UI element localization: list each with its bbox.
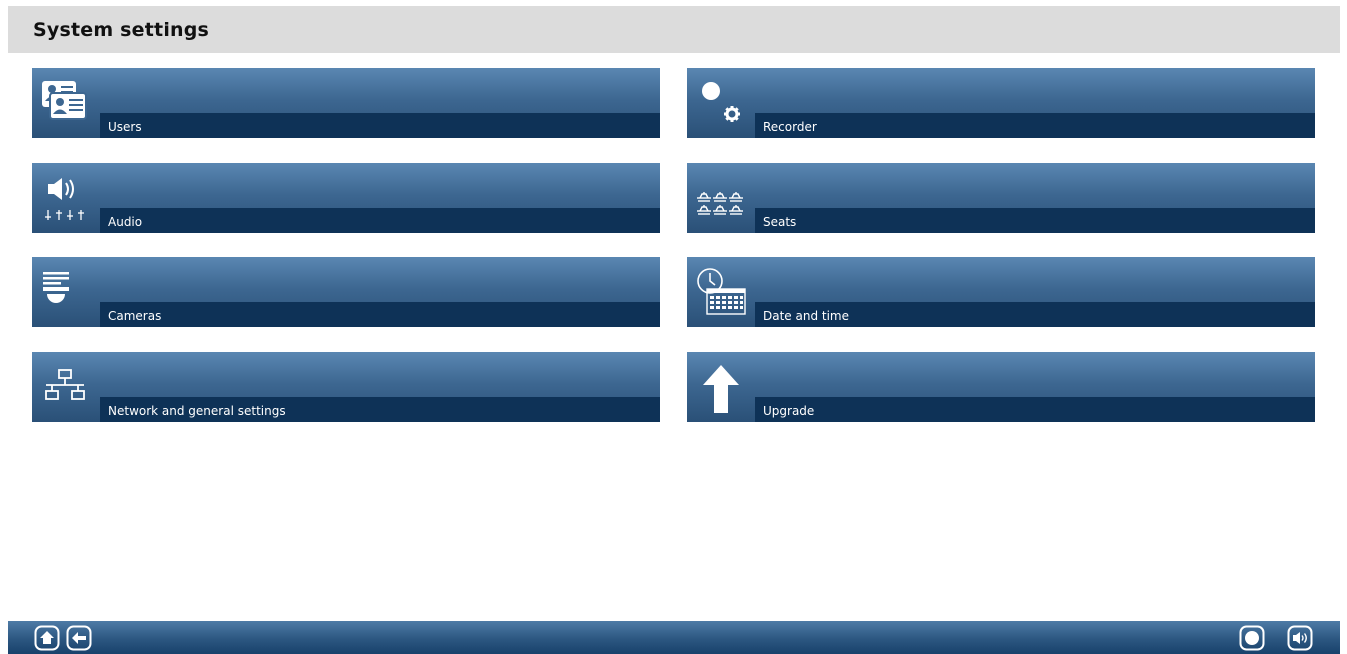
page-header: System settings [8,6,1340,53]
network-icon [40,361,92,413]
users-icon [40,77,92,129]
home-button[interactable] [34,625,60,651]
tile-label-bar [755,208,1315,233]
recorder-settings-icon [695,77,747,129]
seats-icon [695,172,747,224]
tile-label: Users [108,120,142,134]
back-icon [66,625,92,651]
tile-label-bar [100,302,660,327]
speaker-button[interactable] [1287,625,1313,651]
tile-label: Date and time [763,309,849,323]
upgrade-arrow-icon [695,361,747,413]
record-icon [1239,625,1265,651]
audio-tile[interactable]: Audio [32,163,660,233]
recorder-tile[interactable]: Recorder [687,68,1315,138]
upgrade-tile[interactable]: Upgrade [687,352,1315,422]
users-tile[interactable]: Users [32,68,660,138]
date-time-tile[interactable]: Date and time [687,257,1315,327]
tile-label: Seats [763,215,797,229]
audio-icon [40,172,92,224]
tile-label-bar [755,113,1315,138]
page-title: System settings [33,18,210,41]
tile-label-bar [755,397,1315,422]
tile-label: Audio [108,215,143,229]
footer-bar [8,621,1340,654]
seats-tile[interactable]: Seats [687,163,1315,233]
tile-label: Upgrade [763,404,815,418]
home-icon [34,625,60,651]
back-button[interactable] [66,625,92,651]
date-time-icon [695,266,747,318]
tile-label: Cameras [108,309,162,323]
tile-label-bar [100,113,660,138]
speaker-icon [1287,625,1313,651]
network-tile[interactable]: Network and general settings [32,352,660,422]
cameras-tile[interactable]: Cameras [32,257,660,327]
record-button[interactable] [1239,625,1265,651]
tile-label: Network and general settings [108,404,286,418]
camera-icon [40,266,92,318]
tile-label: Recorder [763,120,817,134]
tile-label-bar [100,208,660,233]
